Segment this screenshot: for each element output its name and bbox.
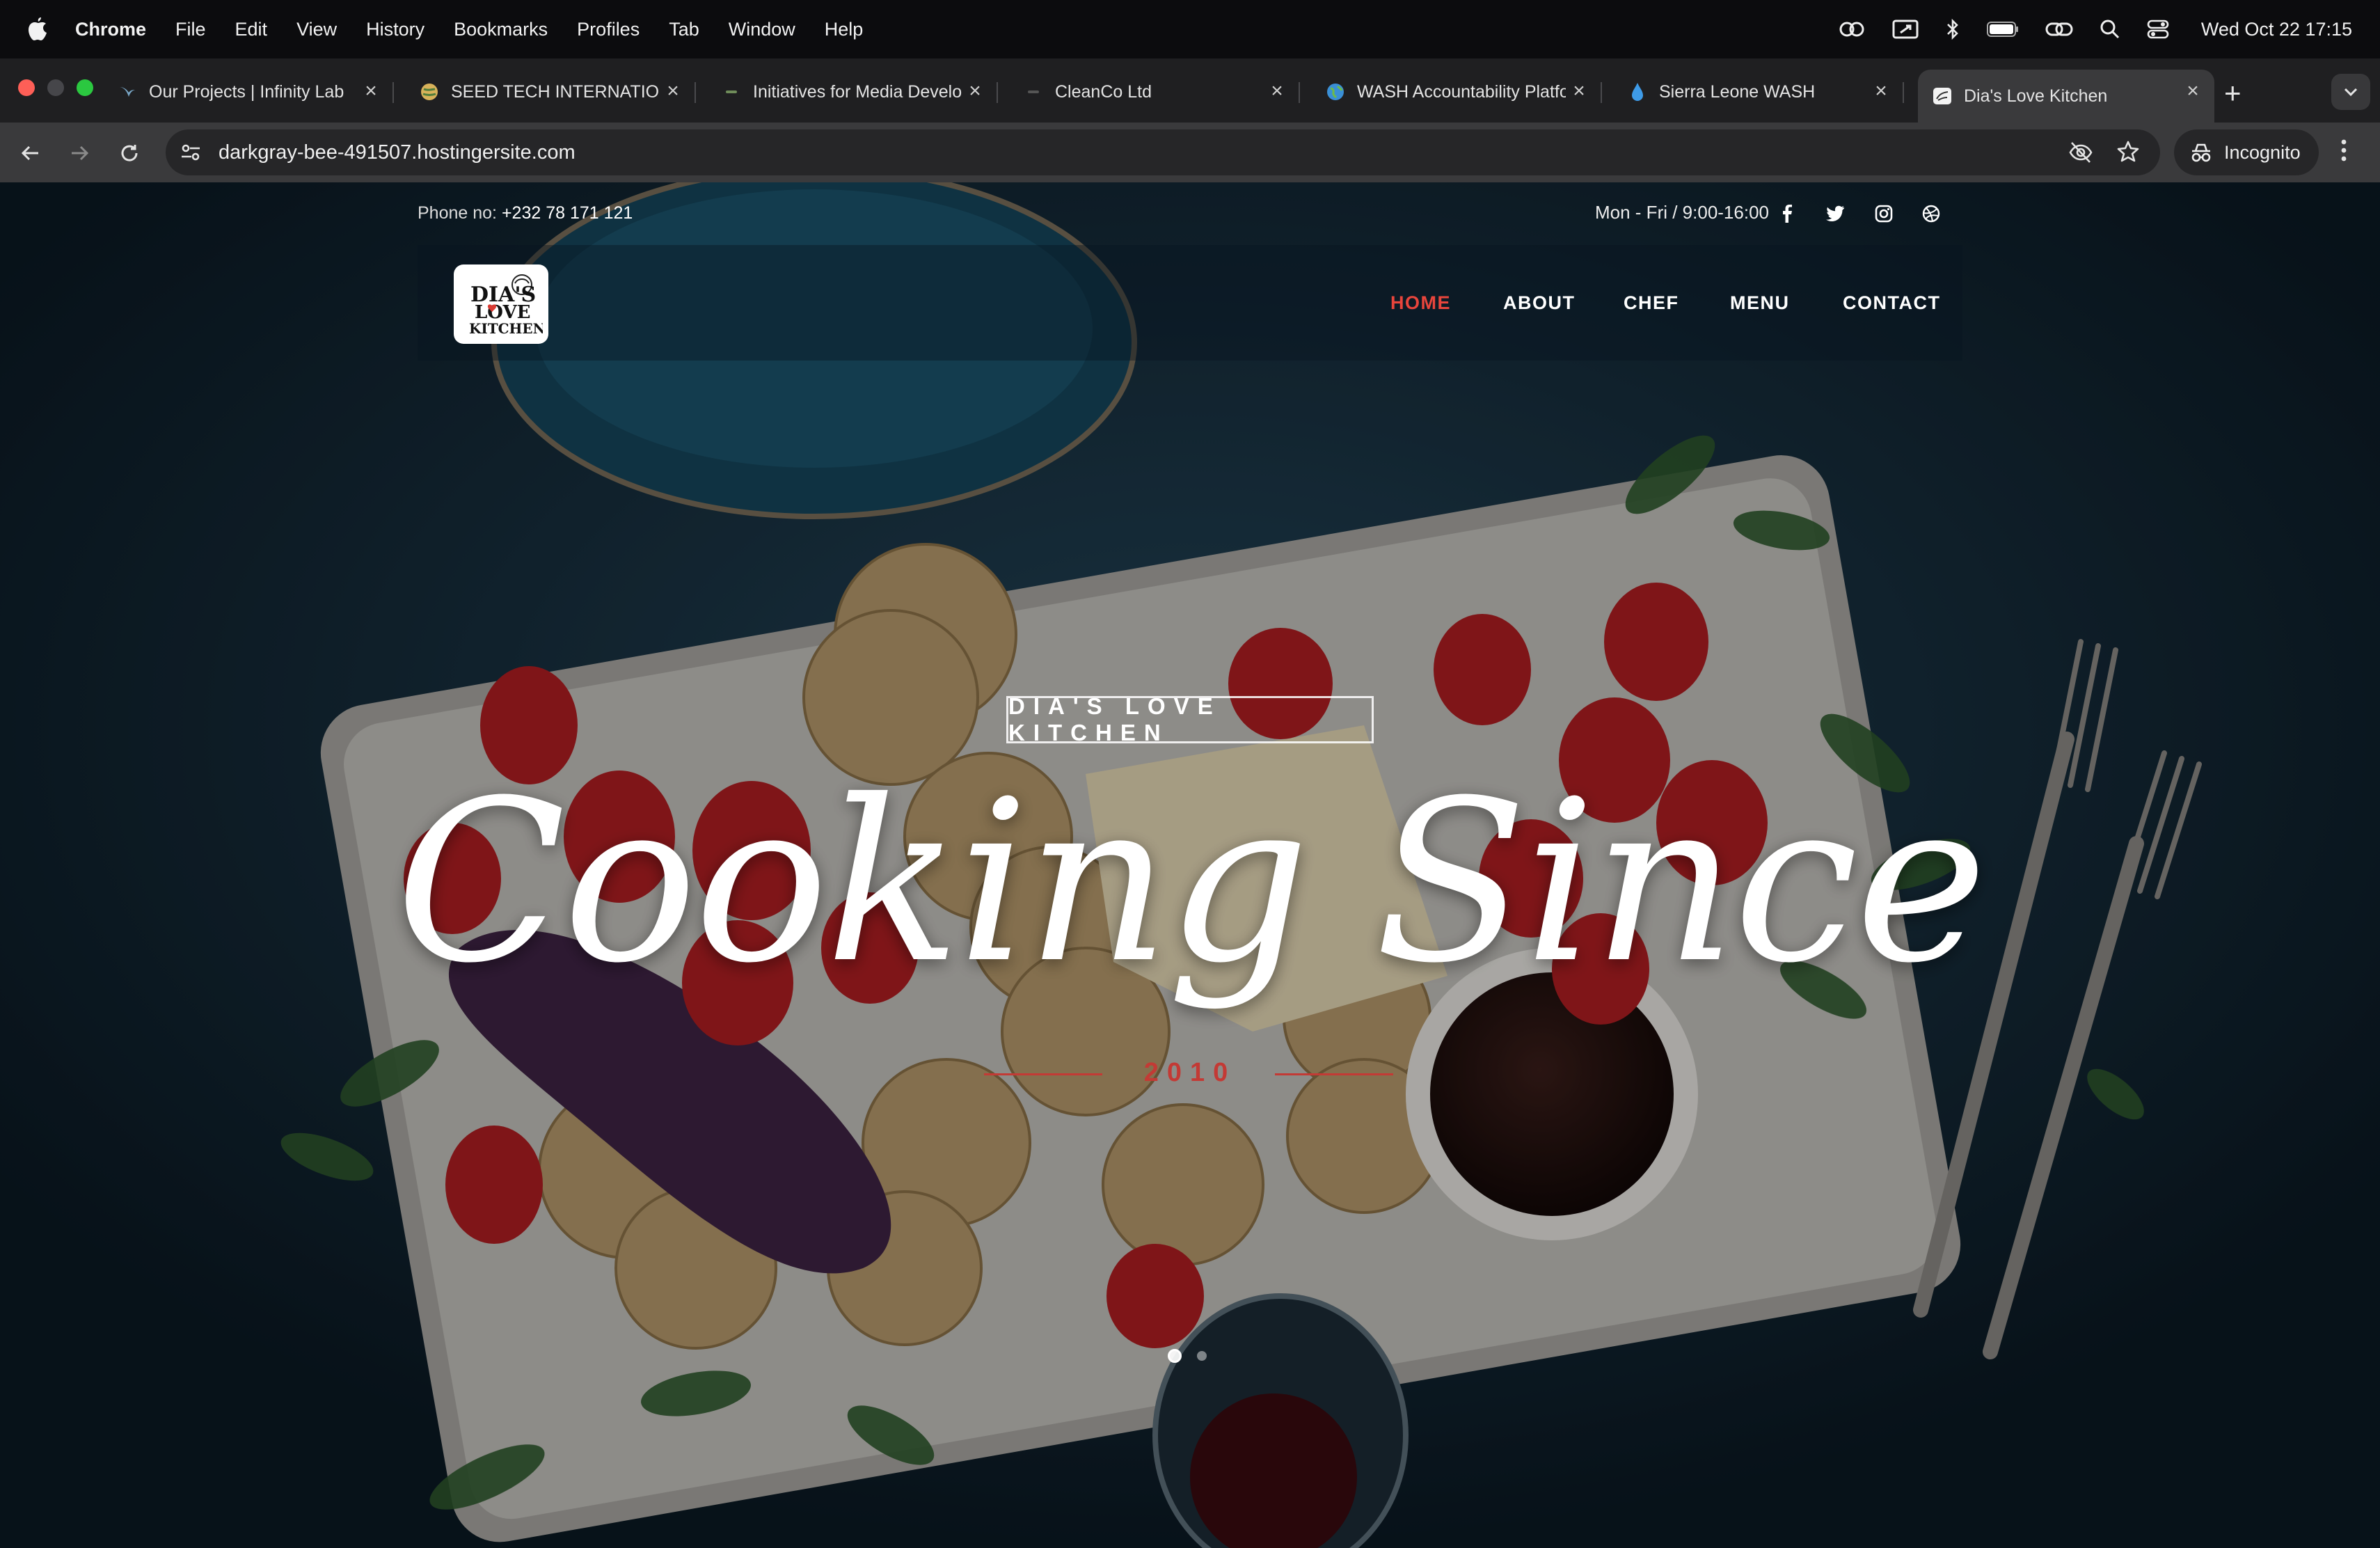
battery-icon[interactable] (1986, 21, 2019, 38)
tab-sierra-leone-wash[interactable]: Sierra Leone WASH × (1621, 70, 1904, 114)
tab-cleanco[interactable]: CleanCo Ltd × (1017, 70, 1300, 114)
apple-logo-icon[interactable] (26, 17, 51, 42)
eye-off-icon[interactable] (2068, 141, 2093, 168)
site-info-icon[interactable] (180, 141, 202, 167)
svg-text:KITCHEN: KITCHEN (469, 320, 543, 337)
bird-icon (117, 81, 138, 102)
menu-edit[interactable]: Edit (235, 19, 268, 40)
nav-chef[interactable]: CHEF (1624, 292, 1679, 314)
site-logo-icon (1932, 86, 1953, 106)
tab-title: SEED TECH INTERNATIONAL (451, 81, 660, 102)
nav-home[interactable]: HOME (1390, 292, 1451, 314)
dash-icon (1023, 81, 1044, 102)
hero-kicker: DIA'S LOVE KITCHEN (1006, 693, 1374, 745)
tab-media-development[interactable]: Initiatives for Media Development × (715, 70, 998, 114)
tab-title: Sierra Leone WASH (1659, 81, 1816, 102)
close-tab-icon[interactable]: × (1869, 79, 1893, 103)
new-tab-button[interactable]: + (2224, 77, 2242, 110)
window-controls (18, 79, 93, 96)
slider-dot-2[interactable] (1197, 1351, 1207, 1361)
browser-toolbar: darkgray-bee-491507.hostingersite.com In… (0, 123, 2380, 182)
menu-file[interactable]: File (175, 19, 206, 40)
forward-button[interactable] (64, 138, 95, 168)
menu-help[interactable]: Help (825, 19, 864, 40)
year-divider-left (984, 1073, 1102, 1075)
dash-icon (721, 81, 742, 102)
earth-icon (1325, 81, 1346, 102)
menu-bookmarks[interactable]: Bookmarks (454, 19, 548, 40)
kebab-menu-icon (2341, 139, 2347, 161)
nav-contact[interactable]: CONTACT (1843, 292, 1940, 314)
arrow-left-icon (21, 145, 38, 161)
close-tab-icon[interactable]: × (1265, 79, 1289, 103)
browser-menu-button[interactable] (2340, 136, 2348, 168)
instagram-icon[interactable] (1872, 202, 1896, 226)
dias-love-kitchen-logo: DIA'S LOVE KITCHEN (469, 274, 543, 337)
close-tab-icon[interactable]: × (2181, 79, 2205, 103)
reload-icon (121, 145, 138, 161)
arrow-right-icon (72, 145, 89, 161)
close-window-button[interactable] (18, 79, 35, 96)
close-tab-icon[interactable]: × (359, 79, 383, 103)
site-logo[interactable]: DIA'S LOVE KITCHEN (454, 264, 548, 344)
hero-year: 2010 (1143, 1058, 1237, 1087)
tab-dias-love-kitchen[interactable]: Dia's Love Kitchen × (1918, 70, 2214, 123)
tab-infinity-lab[interactable]: Our Projects | Infinity Lab × (111, 70, 394, 114)
nav-menu[interactable]: MENU (1730, 292, 1790, 314)
close-tab-icon[interactable]: × (661, 79, 685, 103)
tab-search-button[interactable] (2331, 74, 2370, 110)
tab-wash-accountability[interactable]: WASH Accountability Platform × (1319, 70, 1602, 114)
slider-dot-1[interactable] (1168, 1349, 1182, 1363)
tab-title: Initiatives for Media Development (753, 81, 962, 102)
screen-share-icon[interactable] (1892, 19, 1919, 40)
phone-info: Phone no: +232 78 171 121 (418, 203, 633, 223)
bluetooth-icon[interactable] (1945, 18, 1960, 40)
incognito-label: Incognito (2224, 141, 2301, 163)
menu-window[interactable]: Window (729, 19, 795, 40)
creative-cloud-icon[interactable] (1838, 19, 1866, 40)
back-button[interactable] (15, 138, 46, 168)
incognito-badge[interactable]: Incognito (2174, 129, 2319, 175)
tab-title: CleanCo Ltd (1055, 81, 1152, 102)
control-center-icon[interactable] (2147, 19, 2169, 40)
year-divider-right (1275, 1073, 1393, 1075)
phone-label: Phone no: (418, 203, 497, 223)
globe-icon (419, 81, 440, 102)
chevron-down-icon (2344, 88, 2358, 97)
maximize-window-button[interactable] (77, 79, 93, 96)
tab-title: WASH Accountability Platform (1357, 81, 1566, 102)
browser-tab-strip: Our Projects | Infinity Lab × SEED TECH … (0, 58, 2380, 123)
address-bar[interactable]: darkgray-bee-491507.hostingersite.com (166, 129, 2160, 175)
nav-about[interactable]: ABOUT (1503, 292, 1576, 314)
menu-bar-clock[interactable]: Wed Oct 22 17:15 (2201, 19, 2352, 40)
menu-app-name[interactable]: Chrome (75, 19, 146, 40)
close-tab-icon[interactable]: × (1567, 79, 1591, 103)
water-drop-icon (1627, 81, 1648, 102)
website-viewport: Phone no: +232 78 171 121 Mon - Fri / 9:… (0, 182, 2380, 1548)
menu-history[interactable]: History (366, 19, 425, 40)
tab-title: Our Projects | Infinity Lab (149, 81, 344, 102)
dribbble-icon[interactable] (1919, 202, 1943, 226)
tab-seed-tech[interactable]: SEED TECH INTERNATIONAL × (413, 70, 696, 114)
menu-profiles[interactable]: Profiles (577, 19, 640, 40)
minimize-window-button[interactable] (47, 79, 64, 96)
twitter-icon[interactable] (1823, 202, 1847, 226)
close-tab-icon[interactable]: × (963, 79, 987, 103)
menu-tab[interactable]: Tab (669, 19, 699, 40)
bookmark-star-icon[interactable] (2116, 139, 2141, 168)
reload-button[interactable] (114, 138, 145, 168)
url-text[interactable]: darkgray-bee-491507.hostingersite.com (219, 141, 576, 164)
tab-title: Dia's Love Kitchen (1964, 86, 2108, 106)
facebook-icon[interactable] (1775, 202, 1799, 226)
hero-headline: Cooking Since (395, 753, 1987, 1012)
phone-number[interactable]: +232 78 171 121 (502, 203, 633, 223)
menu-view[interactable]: View (296, 19, 337, 40)
spotlight-search-icon[interactable] (2100, 19, 2120, 40)
incognito-icon (2191, 143, 2211, 162)
link-cloud-icon[interactable] (2045, 19, 2073, 40)
opening-hours: Mon - Fri / 9:00-16:00 (1595, 202, 1769, 223)
macos-menu-bar: Chrome File Edit View History Bookmarks … (0, 0, 2380, 58)
